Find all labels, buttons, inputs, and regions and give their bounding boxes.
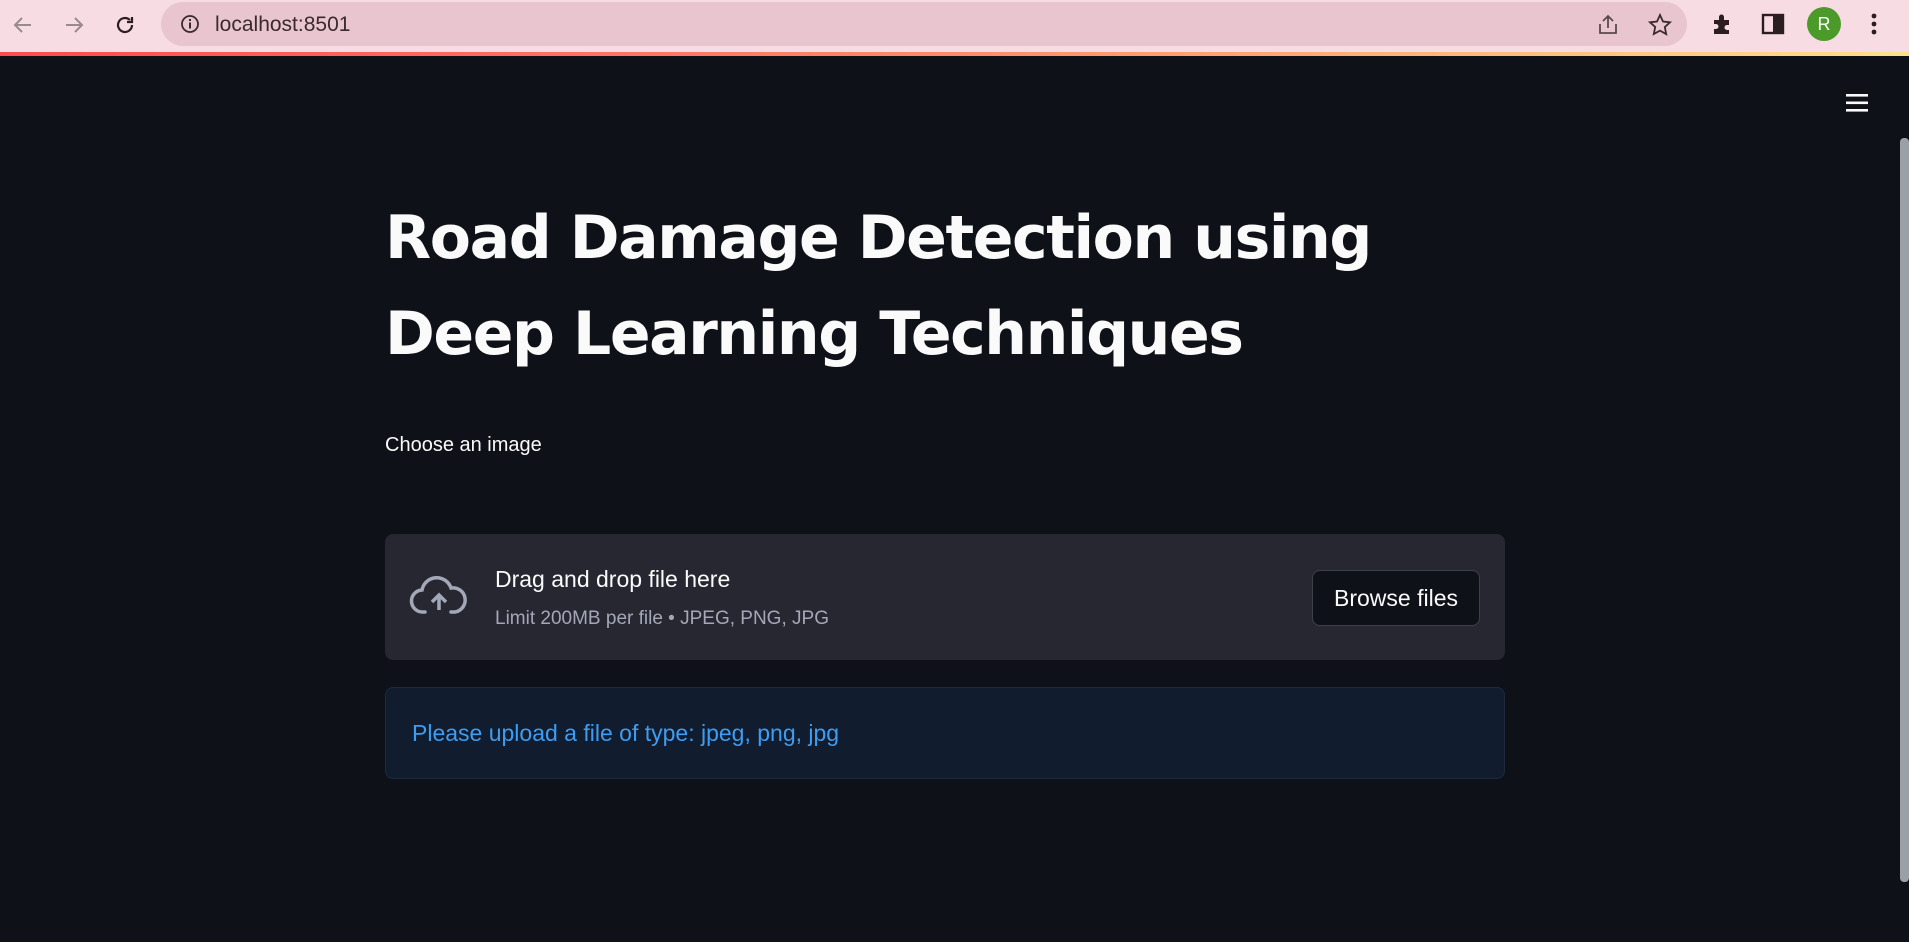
address-bar[interactable]: localhost:8501	[161, 2, 1687, 46]
cloud-upload-icon	[409, 575, 467, 614]
share-icon[interactable]	[1595, 12, 1621, 38]
hamburger-menu-icon[interactable]	[1842, 88, 1872, 118]
star-icon[interactable]	[1647, 12, 1673, 38]
info-icon[interactable]	[179, 13, 201, 35]
forward-icon	[66, 17, 84, 33]
uploader-label: Choose an image	[385, 434, 542, 456]
info-alert: Please upload a file of type: jpeg, png,…	[385, 687, 1505, 779]
dropzone-limit-text: Limit 200MB per file • JPEG, PNG, JPG	[495, 608, 829, 629]
info-alert-text: Please upload a file of type: jpeg, png,…	[412, 720, 840, 746]
url-text[interactable]: localhost:8501	[215, 13, 350, 37]
file-dropzone[interactable]: Drag and drop file here Limit 200MB per …	[385, 534, 1505, 660]
reload-icon	[116, 16, 134, 34]
side-panel-icon[interactable]	[1759, 10, 1787, 38]
dropzone-title: Drag and drop file here	[495, 566, 731, 592]
browse-files-button[interactable]: Browse files	[1312, 570, 1480, 626]
reload-button[interactable]	[108, 8, 142, 42]
profile-avatar[interactable]: R	[1807, 7, 1841, 41]
page-title: Road Damage Detection using Deep Learnin…	[385, 203, 1372, 369]
app-container: Road Damage Detection using Deep Learnin…	[0, 56, 1909, 942]
forward-button[interactable]	[57, 8, 91, 42]
extensions-icon[interactable]	[1708, 10, 1736, 38]
browser-toolbar: localhost:8501 R	[0, 0, 1909, 52]
back-icon	[13, 17, 31, 33]
page-scrollbar[interactable]	[1900, 138, 1909, 882]
back-button[interactable]	[6, 8, 40, 42]
kebab-menu-icon[interactable]	[1860, 10, 1888, 38]
